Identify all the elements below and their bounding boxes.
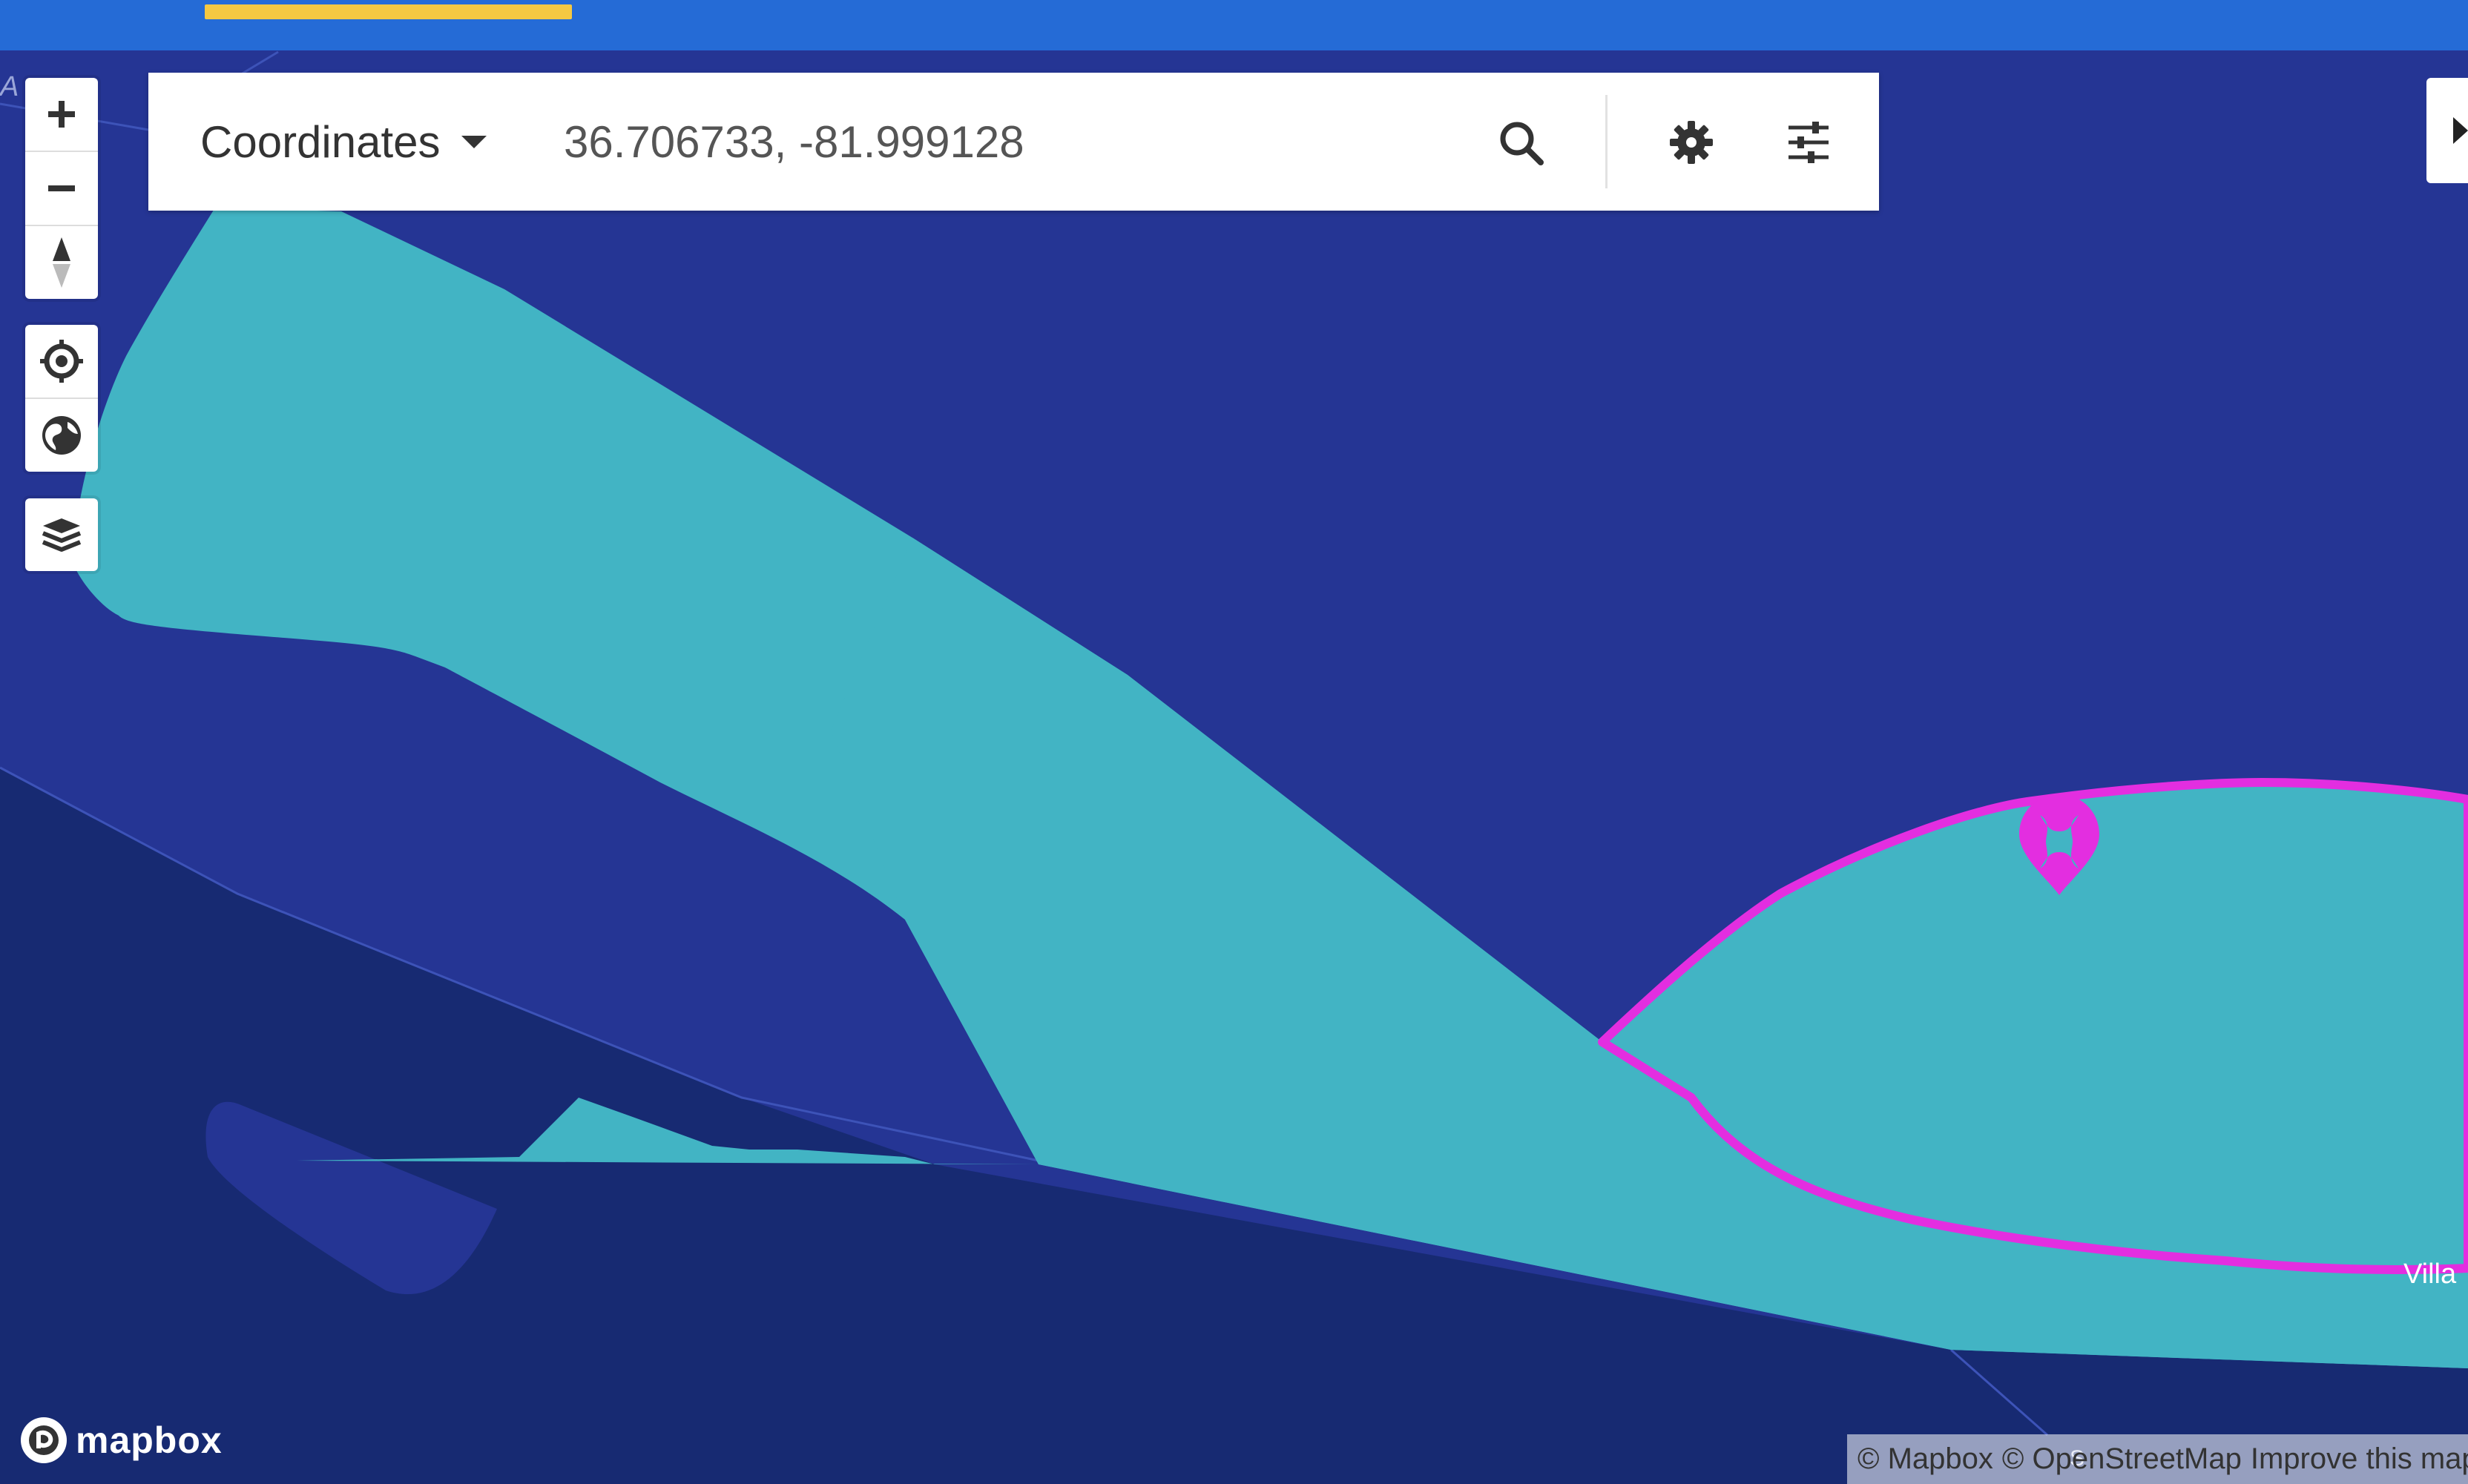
- zoom-controls: [25, 78, 98, 299]
- map-label-top-left: A: [0, 71, 19, 102]
- search-button[interactable]: [1490, 111, 1552, 174]
- mapbox-logo-icon: [21, 1417, 67, 1463]
- search-divider: [1605, 95, 1608, 188]
- compass-icon: [53, 237, 70, 288]
- zoom-out-button[interactable]: [25, 152, 98, 226]
- compass-button[interactable]: [25, 226, 98, 299]
- map-canvas[interactable]: [0, 0, 2468, 1484]
- side-panel-toggle[interactable]: [2426, 78, 2468, 183]
- attribution-improve-link[interactable]: Improve this map: [2251, 1442, 2468, 1476]
- mapbox-logo-text: mapbox: [76, 1419, 223, 1461]
- globe-icon: [42, 416, 81, 455]
- map-attribution: © Mapbox © OpenStreetMap Improve this ma…: [1847, 1434, 2468, 1484]
- mapbox-logo[interactable]: mapbox: [19, 1416, 223, 1465]
- sliders-icon: [1789, 122, 1829, 163]
- search-mode-dropdown[interactable]: Coordinates: [200, 110, 487, 174]
- locate-me-button[interactable]: [25, 325, 98, 399]
- filter-settings-button[interactable]: [1777, 111, 1840, 174]
- attribution-osm-link[interactable]: © OpenStreetMap: [2002, 1442, 2242, 1476]
- layers-icon: [42, 518, 82, 552]
- top-app-bar: [0, 0, 2468, 50]
- zoom-in-button[interactable]: [25, 78, 98, 152]
- chevron-down-icon: [461, 135, 487, 148]
- globe-view-button[interactable]: [25, 399, 98, 472]
- gear-icon: [1670, 121, 1713, 164]
- search-mode-label: Coordinates: [200, 116, 441, 167]
- attribution-mapbox-link[interactable]: © Mapbox: [1857, 1442, 1993, 1476]
- search-bar: Coordinates: [148, 73, 1879, 211]
- coordinates-input[interactable]: [564, 110, 1528, 174]
- crosshair-icon: [40, 340, 83, 383]
- location-controls: [25, 325, 98, 472]
- search-icon: [1500, 122, 1544, 165]
- layers-button[interactable]: [25, 498, 98, 571]
- map-label-village: Villa: [2403, 1259, 2457, 1290]
- settings-button[interactable]: [1660, 111, 1722, 174]
- caret-right-icon: [2453, 117, 2468, 144]
- map-app: A Villa S: [0, 0, 2468, 1484]
- top-progress-indicator: [205, 4, 572, 19]
- layer-controls: [25, 498, 98, 571]
- minus-icon: [48, 185, 75, 191]
- plus-icon: [48, 101, 75, 128]
